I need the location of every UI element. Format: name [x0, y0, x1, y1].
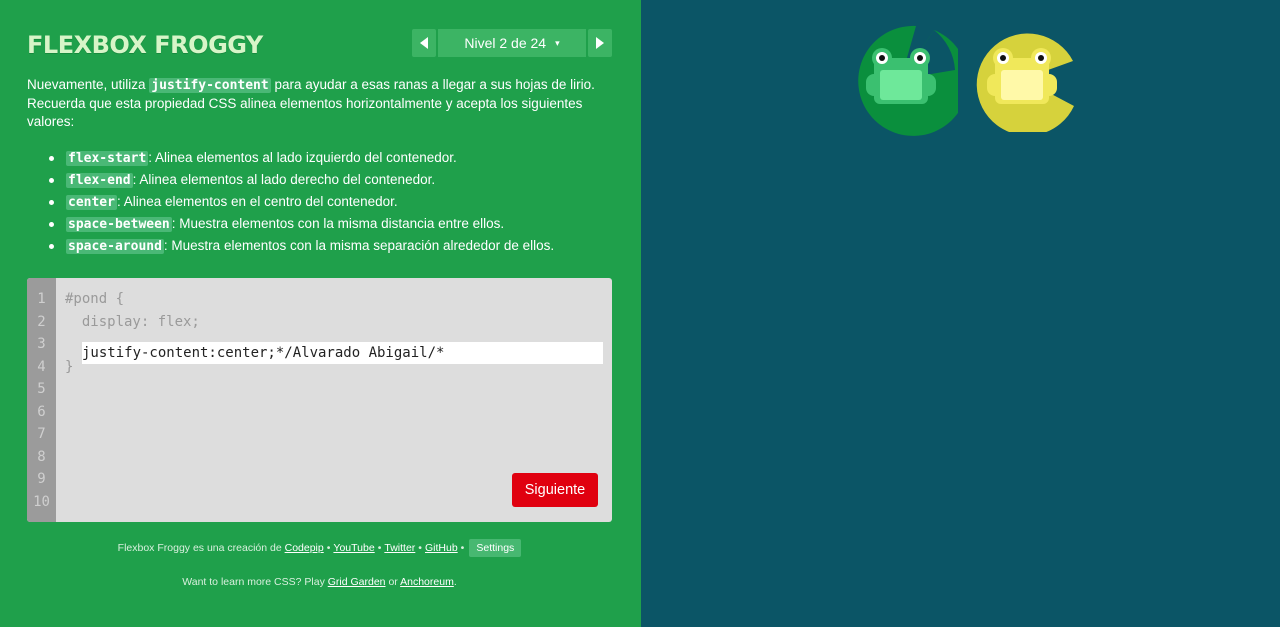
triangle-left-icon — [420, 37, 428, 49]
yellow-frog-icon — [987, 48, 1057, 104]
instructions: Nuevamente, utiliza justify-content para… — [27, 76, 612, 257]
value-code: flex-start — [66, 151, 149, 166]
list-item: flex-end: Alinea elementos al lado derec… — [47, 169, 612, 191]
value-code: center — [66, 195, 117, 210]
value-code: flex-end — [66, 173, 133, 188]
code-line-selector: #pond { — [65, 291, 125, 307]
css-code-input[interactable] — [82, 342, 603, 364]
value-description: : Alinea elementos en el centro del cont… — [116, 194, 398, 209]
level-dropdown[interactable]: Nivel 2 de 24 ▾ — [438, 29, 586, 57]
value-code: space-around — [66, 239, 164, 254]
separator: • — [326, 542, 331, 554]
learn-prefix: Want to learn more CSS? Play — [182, 576, 328, 588]
level-label: Nivel 2 de 24 — [464, 35, 547, 51]
line-number: 5 — [37, 381, 46, 397]
line-number: 4 — [37, 358, 46, 375]
youtube-link[interactable]: YouTube — [333, 542, 374, 554]
settings-button[interactable]: Settings — [469, 539, 522, 557]
separator: • — [418, 542, 422, 554]
codepip-link[interactable]: Codepip — [285, 542, 324, 554]
previous-level-button[interactable] — [412, 29, 436, 57]
line-number: 3 — [37, 336, 46, 352]
twitter-link[interactable]: Twitter — [384, 542, 415, 554]
inline-code: justify-content — [149, 78, 271, 93]
list-item: space-around: Muestra elementos con la m… — [47, 235, 612, 257]
separator: • — [377, 542, 382, 554]
line-number: 8 — [37, 448, 46, 465]
list-item: space-between: Muestra elementos con la … — [47, 213, 612, 235]
credits: Flexbox Froggy es una creación de Codepi… — [27, 539, 612, 557]
value-description: : Alinea elementos al lado derecho del c… — [132, 172, 436, 187]
learn-more: Want to learn more CSS? Play Grid Garden… — [27, 576, 612, 588]
code-line-display: display: flex; — [65, 313, 200, 330]
github-link[interactable]: GitHub — [425, 542, 458, 554]
sidebar: FLEXBOX FROGGY Nivel 2 de 24 ▾ Nuevament… — [0, 0, 641, 627]
line-number: 7 — [37, 426, 46, 442]
anchoreum-link[interactable]: Anchoreum — [400, 576, 454, 588]
next-button[interactable]: Siguiente — [512, 473, 598, 507]
level-navigation: Nivel 2 de 24 ▾ — [412, 29, 612, 57]
value-description: : Muestra elementos con la misma separac… — [163, 238, 555, 253]
caret-down-icon: ▾ — [555, 37, 560, 48]
learn-or: or — [385, 576, 401, 588]
instructions-intro: Nuevamente, utiliza justify-content para… — [27, 76, 612, 131]
next-level-button[interactable] — [588, 29, 612, 57]
header: FLEXBOX FROGGY Nivel 2 de 24 ▾ — [27, 29, 612, 59]
line-number-gutter: 1 2 3 4 5 6 7 8 9 10 — [27, 278, 56, 522]
list-item: flex-start: Alinea elementos al lado izq… — [47, 147, 612, 169]
css-editor: 1 2 3 4 5 6 7 8 9 10 #pond { display: fl… — [27, 278, 612, 522]
list-item: center: Alinea elementos en el centro de… — [47, 191, 612, 213]
code-lines: #pond { display: flex; } — [65, 288, 603, 378]
line-number: 1 — [37, 291, 46, 307]
triangle-right-icon — [596, 37, 604, 49]
app-title: FLEXBOX FROGGY — [27, 31, 263, 59]
value-description: : Muestra elementos con la misma distanc… — [171, 216, 505, 231]
learn-suffix: . — [453, 576, 457, 588]
grid-garden-link[interactable]: Grid Garden — [328, 576, 386, 588]
line-number: 6 — [37, 403, 46, 420]
green-frog-icon — [866, 48, 936, 104]
line-number: 2 — [37, 313, 46, 330]
value-code: space-between — [66, 217, 172, 232]
line-number: 9 — [37, 471, 46, 487]
values-list: flex-start: Alinea elementos al lado izq… — [27, 147, 612, 257]
line-number: 10 — [33, 493, 50, 510]
pond-board — [641, 0, 1280, 627]
separator: • — [460, 542, 465, 554]
intro-text: Nuevamente, utiliza — [27, 77, 150, 92]
value-description: : Alinea elementos al lado izquierdo del… — [148, 150, 457, 165]
credit-prefix: Flexbox Froggy es una creación de — [117, 542, 285, 554]
